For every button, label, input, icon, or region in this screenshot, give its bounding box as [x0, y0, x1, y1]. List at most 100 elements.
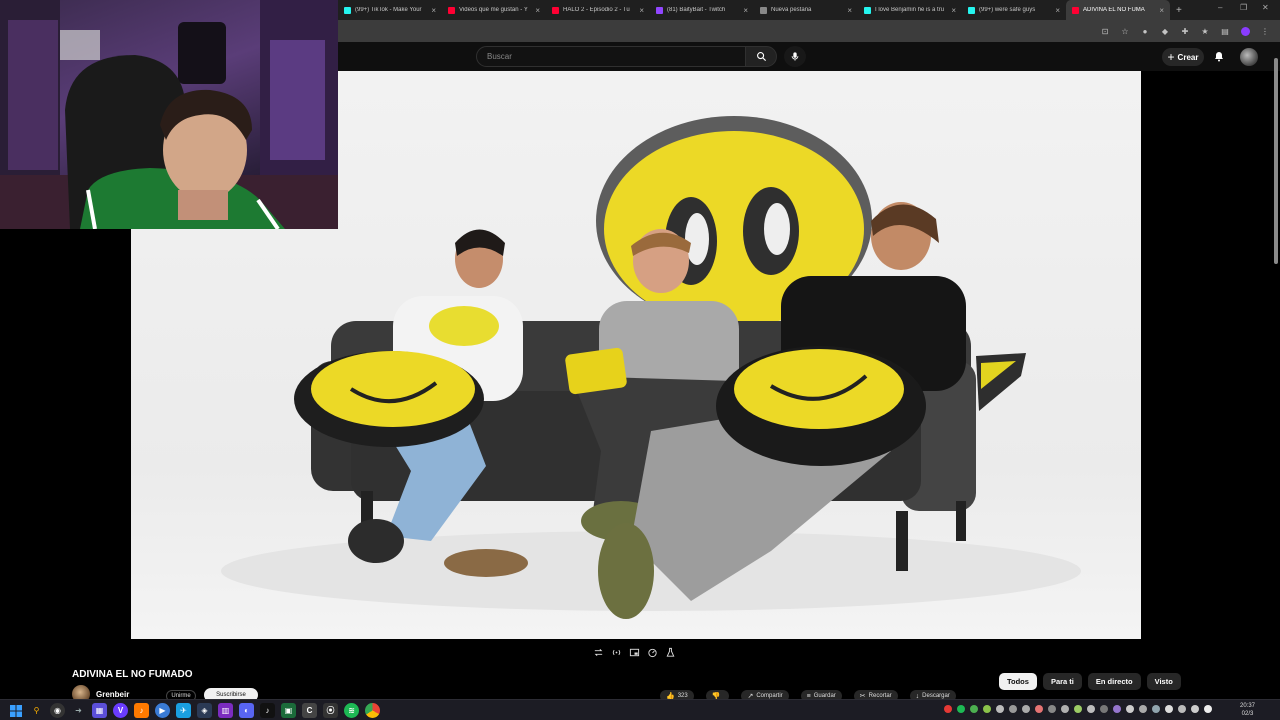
app-icon[interactable]: ♪	[134, 703, 149, 718]
webcam-illustration	[0, 0, 338, 229]
tab-close-icon[interactable]: ×	[535, 6, 540, 15]
tray-icon[interactable]	[1204, 705, 1212, 713]
tray-icon[interactable]	[1035, 705, 1043, 713]
app-icon[interactable]: ▦	[92, 703, 107, 718]
broadcast-icon[interactable]	[610, 646, 622, 658]
tray-icon[interactable]	[1061, 705, 1069, 713]
windows-start-icon[interactable]	[8, 703, 23, 718]
create-button[interactable]: + Crear	[1162, 48, 1204, 66]
puzzle-icon[interactable]: ✚	[1180, 26, 1190, 36]
search-input[interactable]: Buscar	[476, 46, 746, 67]
tab-favicon-icon	[344, 6, 351, 14]
tray-icon[interactable]	[1191, 705, 1199, 713]
browser-tab[interactable]: Nueva pestaña ×	[754, 0, 858, 20]
tab-strip: (99+) TikTok - Make Your × Videos que me g…	[338, 0, 1280, 20]
tab-favicon-icon	[1072, 6, 1079, 14]
filter-chip[interactable]: Para ti	[1042, 673, 1082, 690]
tray-icon[interactable]	[957, 705, 965, 713]
browser-tab[interactable]: (99+) were safe guys ×	[962, 0, 1066, 20]
browser-tab[interactable]: (81) BaityBait - Twitch ×	[650, 0, 754, 20]
tiktok-icon[interactable]: ♪	[260, 703, 275, 718]
clock-date: 02/3	[1241, 711, 1254, 717]
sidebar-icon[interactable]: ▤	[1220, 26, 1230, 36]
page-scrollbar-thumb[interactable]	[1274, 58, 1278, 264]
voice-search-button[interactable]	[784, 46, 806, 67]
filter-chip[interactable]: En directo	[1087, 673, 1141, 690]
notifications-button[interactable]	[1213, 50, 1225, 68]
tray-icon[interactable]	[1087, 705, 1095, 713]
search-button[interactable]	[745, 46, 777, 67]
app-icon[interactable]: ➜	[71, 703, 86, 718]
tray-icon[interactable]	[1178, 705, 1186, 713]
extension-icon[interactable]: ●	[1140, 26, 1150, 36]
maximize-button[interactable]: ❐	[1240, 3, 1247, 12]
tab-close-icon[interactable]: ×	[1159, 6, 1164, 15]
tray-icon[interactable]	[1113, 705, 1121, 713]
tray-icon[interactable]	[1100, 705, 1108, 713]
tab-label: (81) BaityBait - Twitch	[667, 7, 726, 13]
speed-icon[interactable]	[646, 646, 658, 658]
filter-chip[interactable]: Todos	[999, 673, 1037, 690]
tray-icon[interactable]	[1074, 705, 1082, 713]
app-icon[interactable]: C	[302, 703, 317, 718]
account-avatar[interactable]	[1240, 48, 1258, 66]
search-icon	[756, 52, 766, 62]
extension-icon[interactable]: ◆	[1160, 26, 1170, 36]
tab-close-icon[interactable]: ×	[951, 6, 956, 15]
lab-icon[interactable]	[664, 646, 676, 658]
tray-icon[interactable]	[996, 705, 1004, 713]
filter-chip[interactable]: Visto	[1146, 673, 1181, 690]
tab-close-icon[interactable]: ×	[1055, 6, 1060, 15]
profile-icon[interactable]	[1240, 26, 1250, 36]
install-icon[interactable]: ⊡	[1100, 26, 1110, 36]
tray-icon[interactable]	[1048, 705, 1056, 713]
tray-icon[interactable]	[983, 705, 991, 713]
browser-tab[interactable]: I love Benjamin he is a tru ×	[858, 0, 962, 20]
browser-tab[interactable]: HALO 2 - Episodio 2 - Tu ×	[546, 0, 650, 20]
close-window-button[interactable]: ✕	[1262, 3, 1269, 12]
spotify-icon[interactable]: ≋	[344, 703, 359, 718]
tab-favicon-icon	[968, 6, 975, 14]
menu-kebab-icon[interactable]: ⋮	[1260, 26, 1270, 36]
search-placeholder: Buscar	[487, 52, 512, 61]
chrome-icon[interactable]	[365, 703, 380, 718]
tray-icon[interactable]	[1152, 705, 1160, 713]
tray-icon[interactable]	[1165, 705, 1173, 713]
loop-icon[interactable]	[592, 646, 604, 658]
star-list-icon[interactable]: ★	[1200, 26, 1210, 36]
tray-icon[interactable]	[970, 705, 978, 713]
app-icon[interactable]: V	[113, 703, 128, 718]
webcam-overlay	[0, 0, 338, 229]
search-taskbar-icon[interactable]: ⚲	[29, 703, 44, 718]
tab-close-icon[interactable]: ×	[847, 6, 852, 15]
app-icon[interactable]: ◐	[239, 703, 254, 718]
channel-name[interactable]: Grenbeir	[96, 690, 129, 699]
app-icon[interactable]: ▶	[155, 703, 170, 718]
tray-icon[interactable]	[1009, 705, 1017, 713]
tray-icon[interactable]	[1126, 705, 1134, 713]
browser-toolbar: ⊡ ☆ ● ◆ ✚ ★ ▤ ⋮	[338, 20, 1280, 42]
taskbar-clock[interactable]: 20:37 02/3	[1240, 702, 1255, 718]
app-icon[interactable]: ◈	[197, 703, 212, 718]
minimize-button[interactable]: –	[1218, 3, 1222, 12]
tray-icon[interactable]	[944, 705, 952, 713]
new-tab-button[interactable]: +	[1176, 5, 1182, 16]
taskbar-apps: ⚲ ◉ ➜ ▦ V ♪ ▶ ✈ ◈ ▥ ◐ ♪ ▣ C ⦿ ≋	[8, 703, 380, 718]
tab-close-icon[interactable]: ×	[743, 6, 748, 15]
tray-icon[interactable]	[1022, 705, 1030, 713]
tab-favicon-icon	[448, 6, 455, 14]
browser-tab[interactable]: ADIVINA EL NO FUMA ×	[1066, 0, 1170, 20]
tray-icon[interactable]	[1139, 705, 1147, 713]
browser-tab[interactable]: Videos que me gustan - Y ×	[442, 0, 546, 20]
app-icon[interactable]: ▥	[218, 703, 233, 718]
tab-close-icon[interactable]: ×	[639, 6, 644, 15]
app-icon[interactable]: ▣	[281, 703, 296, 718]
app-icon[interactable]: ✈	[176, 703, 191, 718]
app-icon[interactable]: ⦿	[323, 703, 338, 718]
bookmark-star-icon[interactable]: ☆	[1120, 26, 1130, 36]
app-icon[interactable]: ◉	[50, 703, 65, 718]
browser-tab[interactable]: (99+) TikTok - Make Your ×	[338, 0, 442, 20]
tab-close-icon[interactable]: ×	[431, 6, 436, 15]
miniplayer-icon[interactable]	[628, 646, 640, 658]
system-tray	[944, 705, 1212, 713]
